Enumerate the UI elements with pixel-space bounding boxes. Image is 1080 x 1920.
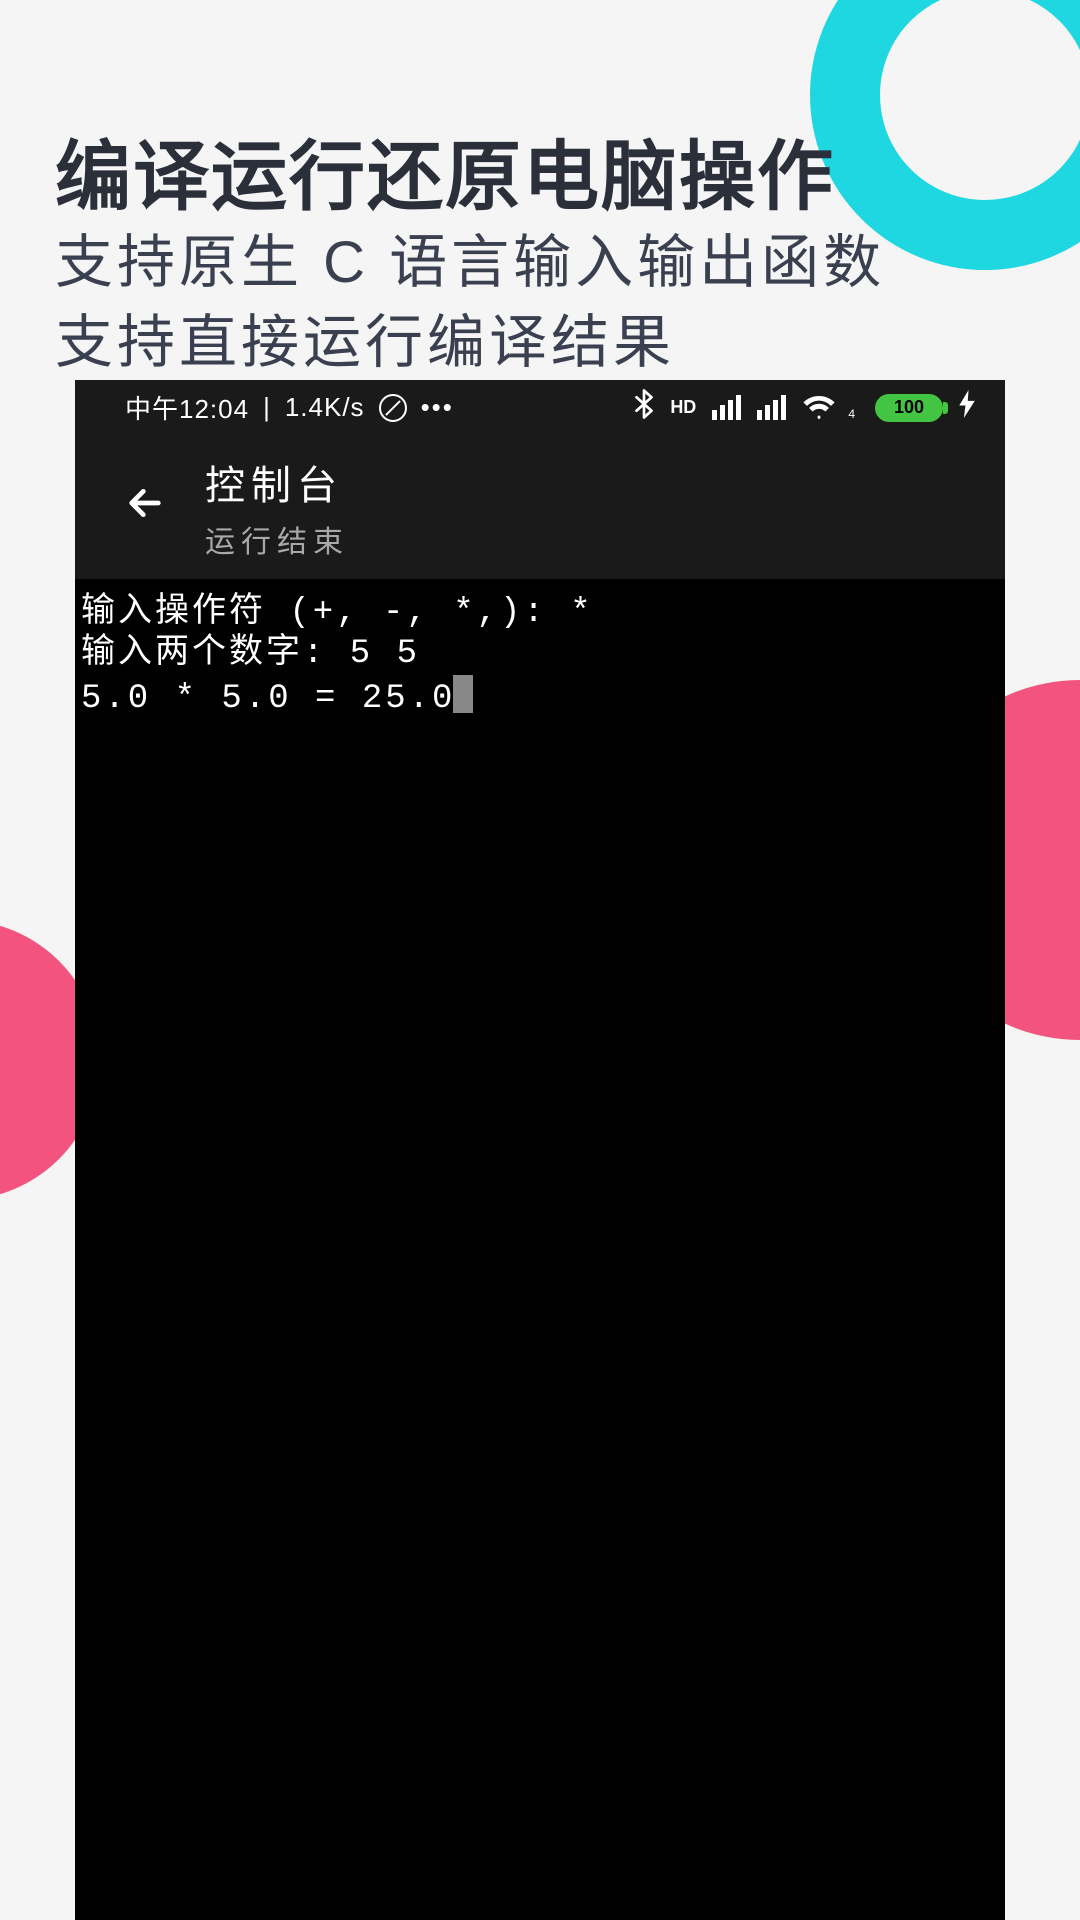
status-bar: 中午12:04 | 1.4K/s ••• HD 4 100 <box>75 380 1005 435</box>
app-bar-subtitle: 运行结束 <box>205 517 349 561</box>
bluetooth-icon <box>634 389 654 426</box>
app-bar-titles: 控制台 运行结束 <box>205 453 349 561</box>
wifi-sub-label: 4 <box>848 407 855 421</box>
cursor-block <box>453 675 473 713</box>
status-right: HD 4 100 <box>634 389 975 426</box>
phone-screenshot: 中午12:04 | 1.4K/s ••• HD 4 100 <box>75 380 1005 1920</box>
app-bar: 控制台 运行结束 <box>75 435 1005 579</box>
signal-bars-icon-2 <box>757 395 786 420</box>
battery-icon: 100 <box>875 394 943 422</box>
status-time: 中午12:04 <box>125 389 249 426</box>
signal-bars-icon-1 <box>712 395 741 420</box>
hd-icon: HD <box>670 397 696 418</box>
compass-icon <box>379 394 407 422</box>
charging-bolt-icon <box>959 390 975 425</box>
status-left: 中午12:04 | 1.4K/s ••• <box>125 389 454 426</box>
console-line-1: 输入操作符 (+, -, *,): * <box>81 594 594 632</box>
battery-level: 100 <box>894 397 924 418</box>
app-bar-title: 控制台 <box>205 453 349 511</box>
more-dots-icon: ••• <box>421 392 454 423</box>
console-line-3: 5.0 * 5.0 = 25.0 <box>81 680 455 718</box>
status-separator: | <box>263 392 271 423</box>
console-output: 输入操作符 (+, -, *,): * 输入两个数字: 5 5 5.0 * 5.… <box>75 579 1005 733</box>
promo-subheading-2: 支持直接运行编译结果 <box>55 295 675 379</box>
wifi-icon <box>802 395 836 421</box>
promo-heading: 编译运行还原电脑操作 <box>55 115 835 225</box>
back-arrow-icon[interactable] <box>125 483 165 531</box>
status-network-speed: 1.4K/s <box>285 392 365 423</box>
console-line-2: 输入两个数字: 5 5 <box>81 635 420 673</box>
promo-subheading-1: 支持原生 C 语言输入输出函数 <box>55 215 885 299</box>
